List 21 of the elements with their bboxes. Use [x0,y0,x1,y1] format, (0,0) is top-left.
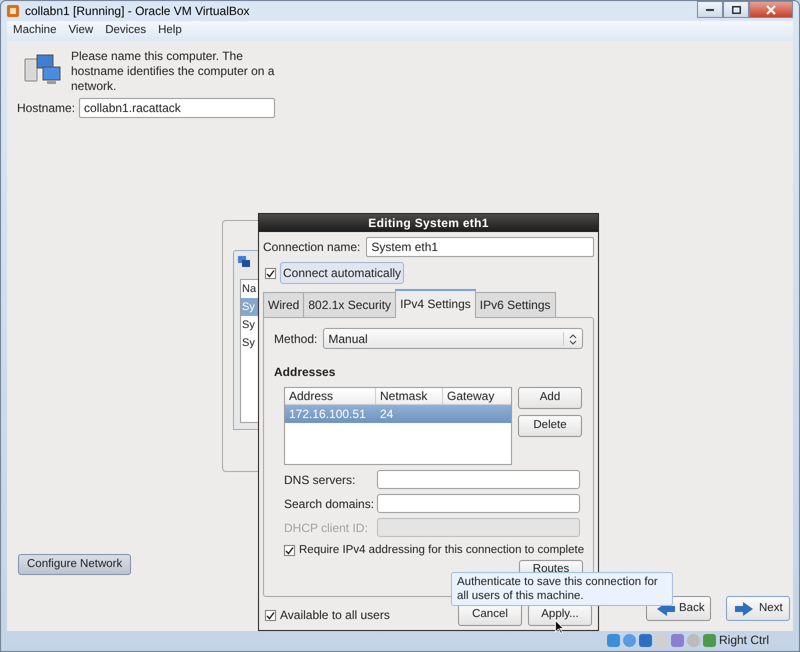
window-title: collabn1 [Running] - Oracle VM VirtualBox [25,3,250,20]
checkbox-label: Connect automatically [280,262,404,284]
dialog-title: Editing System eth1 [259,214,598,232]
hotkey-label: Right Ctrl [718,632,769,649]
method-label: Method: [274,330,318,348]
field-label: DNS servers: [284,472,356,488]
checkbox-label: Available to all users [280,607,390,624]
list-header: Na [241,282,258,297]
column-header: Gateway [446,388,496,404]
field-label: DHCP client ID: [284,520,369,536]
intro-text: Please name this computer. The hostname identifies the computer on a network. [71,49,276,94]
column-header: Address [285,388,376,404]
field-label: Search domains: [284,496,376,512]
addresses-heading: Addresses [274,364,336,381]
column-header: Netmask [376,388,443,404]
checkbox-label: Require IPv4 addressing for this connection to complete [299,543,584,558]
tooltip: Authenticate to save this connection for all users of this machine. [451,572,673,606]
hostname-label: Hostname: [17,100,76,117]
connection-name-label: Connection name: [263,239,360,256]
table-cell-text: 24 [379,406,394,423]
table-cell-text: 172.16.100.51 [288,406,367,423]
